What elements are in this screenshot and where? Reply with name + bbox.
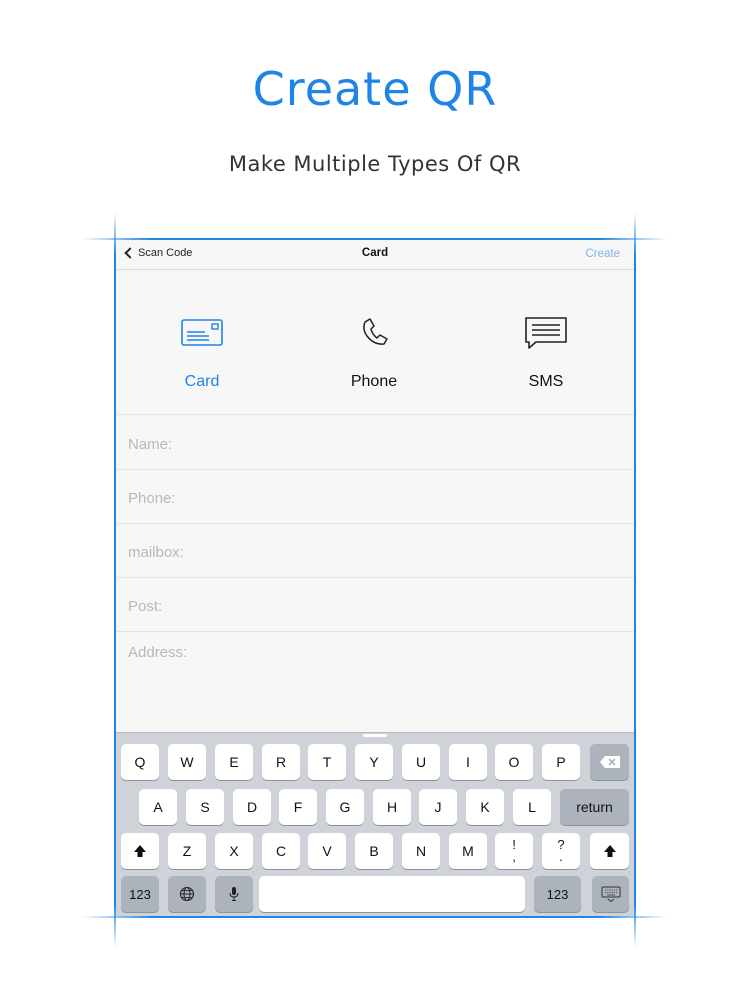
key-y[interactable]: Y bbox=[355, 744, 393, 780]
key-period-label: . bbox=[559, 849, 563, 864]
name-field[interactable]: Name: bbox=[116, 416, 634, 470]
key-question-period[interactable]: ? . bbox=[542, 833, 580, 869]
address-placeholder: Address: bbox=[128, 644, 188, 661]
key-z[interactable]: Z bbox=[168, 833, 206, 869]
key-x[interactable]: X bbox=[215, 833, 253, 869]
mailbox-field[interactable]: mailbox: bbox=[116, 524, 634, 578]
key-m[interactable]: M bbox=[449, 833, 487, 869]
keyboard-handle[interactable] bbox=[363, 734, 387, 737]
phone-placeholder: Phone: bbox=[128, 490, 176, 507]
key-b[interactable]: B bbox=[355, 833, 393, 869]
keyboard-dismiss-icon bbox=[601, 886, 620, 902]
key-p[interactable]: P bbox=[542, 744, 580, 780]
key-h[interactable]: H bbox=[373, 789, 411, 825]
globe-key[interactable] bbox=[168, 876, 206, 912]
create-button[interactable]: Create bbox=[585, 248, 620, 260]
address-field[interactable]: Address: bbox=[116, 632, 634, 732]
phone-field[interactable]: Phone: bbox=[116, 470, 634, 524]
shift-icon bbox=[603, 845, 616, 857]
key-j[interactable]: J bbox=[419, 789, 457, 825]
key-w[interactable]: W bbox=[168, 744, 206, 780]
onscreen-keyboard: Q W E R T Y U I O P A S D F G H J K L re… bbox=[116, 732, 634, 916]
nav-title: Card bbox=[361, 247, 389, 259]
shift-key-right[interactable] bbox=[590, 833, 629, 869]
key-o[interactable]: O bbox=[495, 744, 533, 780]
key-s[interactable]: S bbox=[186, 789, 224, 825]
key-l[interactable]: L bbox=[513, 789, 551, 825]
space-key[interactable] bbox=[259, 876, 525, 912]
key-n[interactable]: N bbox=[402, 833, 440, 869]
type-phone[interactable]: Phone bbox=[288, 270, 460, 415]
numbers-key-right[interactable]: 123 bbox=[534, 876, 581, 912]
shift-key-left[interactable] bbox=[121, 833, 159, 869]
page-headline: Create QR bbox=[252, 62, 498, 116]
navigation-bar: Scan Code Card Create bbox=[116, 240, 634, 270]
key-k[interactable]: K bbox=[466, 789, 504, 825]
name-placeholder: Name: bbox=[128, 436, 173, 453]
key-r[interactable]: R bbox=[262, 744, 300, 780]
key-c[interactable]: C bbox=[262, 833, 300, 869]
backspace-key[interactable] bbox=[590, 744, 629, 780]
type-sms[interactable]: SMS bbox=[460, 270, 632, 415]
post-placeholder: Post: bbox=[128, 598, 163, 615]
dismiss-keyboard-key[interactable] bbox=[592, 876, 629, 912]
type-sms-label: SMS bbox=[528, 373, 564, 390]
globe-icon bbox=[179, 886, 195, 902]
type-phone-label: Phone bbox=[350, 373, 398, 390]
card-icon bbox=[181, 319, 223, 346]
key-u[interactable]: U bbox=[402, 744, 440, 780]
key-v[interactable]: V bbox=[308, 833, 346, 869]
return-key[interactable]: return bbox=[560, 789, 629, 825]
microphone-icon bbox=[229, 887, 239, 901]
dictation-key[interactable] bbox=[215, 876, 253, 912]
key-a[interactable]: A bbox=[139, 789, 177, 825]
frame-line-right bbox=[634, 212, 636, 948]
type-card[interactable]: Card bbox=[116, 270, 288, 415]
key-exclamation-comma[interactable]: ! , bbox=[495, 833, 533, 869]
qr-type-selector: Card Phone SMS bbox=[116, 270, 634, 415]
app-screen: Scan Code Card Create Card Phone SMS Nam… bbox=[116, 240, 634, 916]
key-comma-label: , bbox=[512, 849, 516, 864]
key-g[interactable]: G bbox=[326, 789, 364, 825]
numbers-key-left[interactable]: 123 bbox=[121, 876, 159, 912]
shift-icon bbox=[134, 845, 146, 857]
key-e[interactable]: E bbox=[215, 744, 253, 780]
key-f[interactable]: F bbox=[279, 789, 317, 825]
key-d[interactable]: D bbox=[233, 789, 271, 825]
type-card-label: Card bbox=[184, 373, 220, 390]
page-subheadline: Make Multiple Types Of QR bbox=[228, 152, 522, 176]
key-i[interactable]: I bbox=[449, 744, 487, 780]
mailbox-placeholder: mailbox: bbox=[128, 544, 184, 561]
backspace-icon bbox=[599, 756, 620, 768]
phone-icon bbox=[363, 318, 388, 345]
post-field[interactable]: Post: bbox=[116, 578, 634, 632]
sms-icon bbox=[525, 317, 567, 349]
frame-line-bottom bbox=[82, 916, 668, 918]
key-q[interactable]: Q bbox=[121, 744, 159, 780]
key-t[interactable]: T bbox=[308, 744, 346, 780]
